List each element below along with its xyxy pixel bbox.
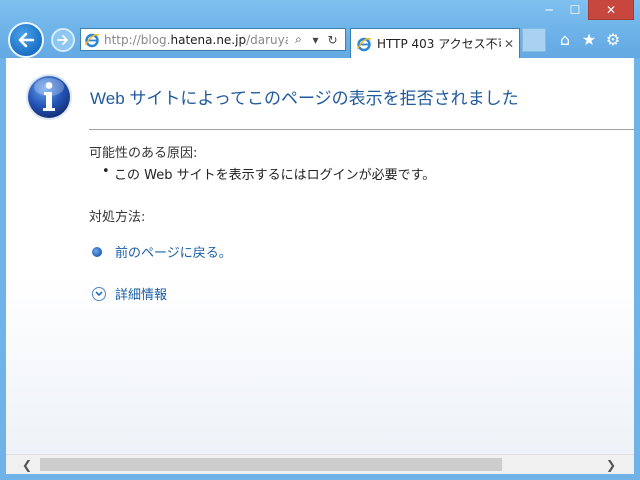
tab-close-icon[interactable]: ✕ bbox=[501, 37, 517, 51]
divider bbox=[89, 129, 634, 130]
home-icon[interactable]: ⌂ bbox=[556, 30, 574, 49]
url-text[interactable]: http://blog.hatena.ne.jp/daruya bbox=[104, 33, 288, 47]
browser-toolbar: ─ ☐ ✕ http://blog.hatena.ne.jp/daruya ⌕ … bbox=[0, 0, 640, 58]
close-window-button[interactable]: ✕ bbox=[588, 0, 634, 20]
go-back-link[interactable]: 前のページに戻る。 bbox=[92, 242, 232, 261]
ie-logo-icon bbox=[84, 33, 100, 47]
forward-arrow-icon bbox=[57, 35, 68, 45]
list-item: この Web サイトを表示するにはログインが必要です。 bbox=[102, 164, 435, 183]
scroll-right-icon[interactable]: ❯ bbox=[602, 457, 620, 473]
causes-label: 可能性のある原因: bbox=[89, 146, 198, 161]
ie-logo-icon bbox=[356, 37, 372, 51]
scroll-left-icon[interactable]: ❮ bbox=[18, 457, 36, 473]
back-arrow-icon bbox=[18, 32, 35, 48]
url-path: /daruya bbox=[246, 32, 288, 47]
address-bar[interactable]: http://blog.hatena.ne.jp/daruya ⌕ ▾ ↻ bbox=[80, 28, 346, 51]
go-back-link-text[interactable]: 前のページに戻る。 bbox=[115, 242, 232, 261]
url-host: hatena.ne.jp bbox=[170, 32, 247, 47]
new-tab-button[interactable] bbox=[522, 28, 546, 52]
link-bullet-icon bbox=[92, 246, 102, 257]
horizontal-scrollbar[interactable]: ❮ ❯ bbox=[6, 454, 634, 474]
back-button[interactable] bbox=[8, 22, 44, 58]
causes-list: この Web サイトを表示するにはログインが必要です。 bbox=[102, 164, 435, 183]
page-content: Web サイトによってこのページの表示を拒否されました 可能性のある原因: この… bbox=[6, 58, 634, 454]
scrollbar-thumb[interactable] bbox=[40, 458, 502, 471]
minimize-button[interactable]: ─ bbox=[536, 0, 562, 20]
forward-button[interactable] bbox=[51, 28, 75, 52]
search-icon[interactable]: ⌕ bbox=[290, 32, 307, 47]
tab-http-403[interactable]: HTTP 403 アクセス不可 ✕ bbox=[350, 28, 520, 58]
more-info-link[interactable]: 詳細情報 bbox=[92, 284, 167, 303]
info-icon bbox=[26, 74, 72, 120]
dropdown-icon[interactable]: ▾ bbox=[307, 33, 324, 47]
favorites-star-icon[interactable]: ★ bbox=[580, 30, 598, 49]
page-title: Web サイトによってこのページの表示を拒否されました bbox=[90, 89, 519, 108]
tab-title: HTTP 403 アクセス不可 bbox=[377, 37, 501, 51]
refresh-icon[interactable]: ↻ bbox=[324, 33, 341, 47]
tools-gear-icon[interactable]: ⚙ bbox=[604, 30, 622, 49]
maximize-button[interactable]: ☐ bbox=[562, 0, 588, 20]
url-scheme: http://blog. bbox=[104, 32, 171, 47]
more-info-link-text[interactable]: 詳細情報 bbox=[115, 284, 167, 303]
chevron-down-icon[interactable] bbox=[92, 286, 106, 301]
actions-label: 対処方法: bbox=[89, 210, 146, 225]
